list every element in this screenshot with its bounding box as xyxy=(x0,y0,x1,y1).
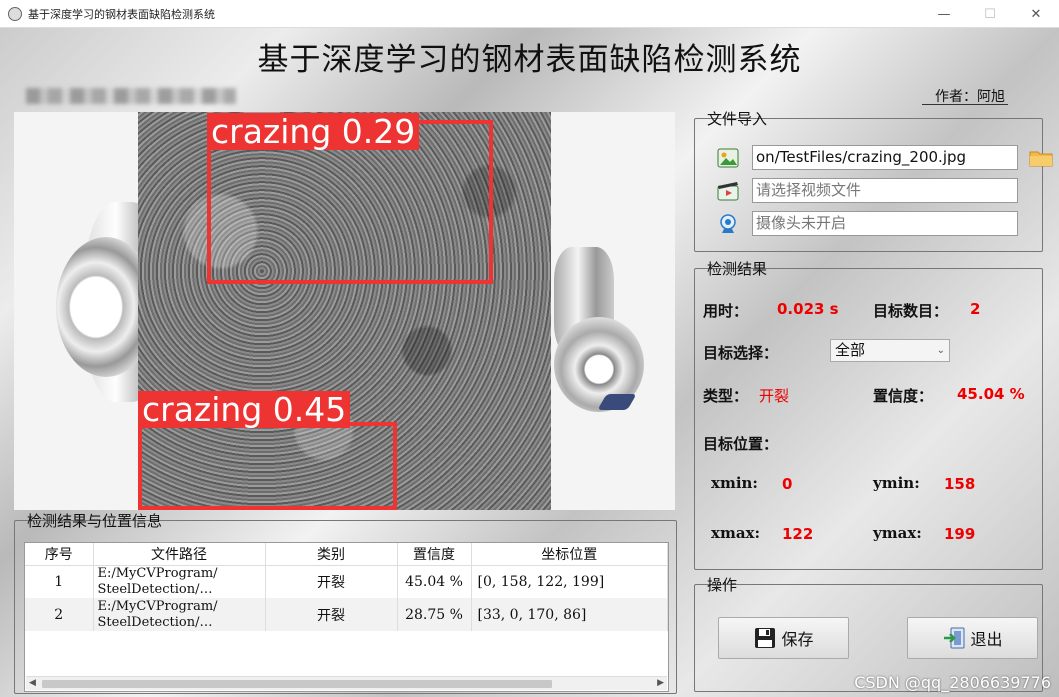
image-path-field[interactable]: on/TestFiles/crazing_200.jpg xyxy=(752,145,1018,170)
cell-path-line: E:/MyCVProgram/ xyxy=(97,598,218,614)
scroll-right-icon[interactable]: ▶ xyxy=(657,678,664,688)
cell-path: E:/MyCVProgram/ SteelDetection/… xyxy=(93,598,266,631)
exit-label: 退出 xyxy=(970,630,1003,649)
window-controls: — ☐ ✕ xyxy=(921,0,1059,28)
column-header[interactable]: 置信度 xyxy=(397,543,472,566)
cell-confidence: 28.75 % xyxy=(397,598,472,631)
folder-icon[interactable] xyxy=(1029,149,1053,167)
detection-box xyxy=(138,422,397,510)
xmax-label: xmax: xyxy=(711,524,761,542)
ymin-value: 158 xyxy=(944,475,976,493)
blurred-text xyxy=(26,88,236,104)
exit-button[interactable]: 退出 xyxy=(907,617,1038,659)
minimize-button[interactable]: — xyxy=(921,0,967,28)
cell-path: E:/MyCVProgram/ SteelDetection/… xyxy=(93,565,266,598)
target-select-label: 目标选择： xyxy=(703,344,779,362)
cell-confidence: 45.04 % xyxy=(397,565,472,598)
target-select-value: 全部 xyxy=(835,341,866,359)
app-icon xyxy=(8,6,22,21)
results-group: 检测结果与位置信息 序号 文件路径 类别 置信度 坐标位置 1 E:/MyCVP… xyxy=(14,512,677,694)
file-import-group: 文件导入 on/TestFiles/crazing_200.jpg 请选择视频文… xyxy=(694,110,1053,252)
image-display: crazing 0.29 crazing 0.45 xyxy=(14,112,675,510)
table-row[interactable]: 1 E:/MyCVProgram/ SteelDetection/… 开裂 45… xyxy=(25,565,668,598)
horizontal-scrollbar[interactable]: ◀ ▶ xyxy=(26,676,667,690)
file-import-title: 文件导入 xyxy=(707,110,768,128)
window-titlebar: 基于深度学习的钢材表面缺陷检测系统 — ☐ ✕ xyxy=(0,0,1059,28)
column-header[interactable]: 类别 xyxy=(265,543,398,566)
count-value: 2 xyxy=(970,300,981,318)
save-icon xyxy=(755,628,776,648)
window-title: 基于深度学习的钢材表面缺陷检测系统 xyxy=(28,7,215,21)
video-file-field[interactable]: 请选择视频文件 xyxy=(752,178,1018,203)
watermark-text: CSDN @qq_2806639776 xyxy=(854,673,1051,692)
column-header[interactable]: 文件路径 xyxy=(93,543,266,566)
exit-icon xyxy=(944,627,965,649)
cell-class: 开裂 xyxy=(265,598,398,631)
operations-title: 操作 xyxy=(707,576,738,594)
cell-coords: [0, 158, 122, 199] xyxy=(471,565,668,598)
time-label: 用时： xyxy=(703,302,749,320)
save-label: 保存 xyxy=(781,630,814,649)
save-button[interactable]: 保存 xyxy=(718,617,849,659)
cell-path-line: SteelDetection/… xyxy=(97,614,213,630)
camera-status-field[interactable]: 摄像头未开启 xyxy=(752,211,1018,236)
xmin-label: xmin: xyxy=(711,474,758,492)
detection-results-group: 检测结果 用时： 0.023 s 目标数目： 2 目标选择： 全部 ⌄ 类型： … xyxy=(694,260,1043,570)
time-value: 0.023 s xyxy=(777,300,839,318)
table-header-row: 序号 文件路径 类别 置信度 坐标位置 xyxy=(25,543,668,566)
results-group-title: 检测结果与位置信息 xyxy=(27,512,163,530)
cell-no: 1 xyxy=(25,565,94,598)
cell-coords: [33, 0, 170, 86] xyxy=(471,598,668,631)
xmax-value: 122 xyxy=(782,525,814,543)
detection-label: crazing 0.29 xyxy=(207,113,420,150)
xmin-value: 0 xyxy=(782,475,793,493)
count-label: 目标数目： xyxy=(873,302,949,320)
author-label: 作者：阿旭 xyxy=(935,89,1005,105)
ymax-value: 199 xyxy=(944,525,976,543)
target-select[interactable]: 全部 ⌄ xyxy=(830,339,950,362)
video-input-row: 请选择视频文件 xyxy=(717,178,1018,203)
page-title: 基于深度学习的钢材表面缺陷检测系统 xyxy=(257,42,802,78)
type-label: 类型： xyxy=(703,387,749,405)
author-underline xyxy=(922,104,1008,105)
close-button[interactable]: ✕ xyxy=(1013,0,1059,28)
table-row[interactable]: 2 E:/MyCVProgram/ SteelDetection/… 开裂 28… xyxy=(25,598,668,631)
image-input-row: on/TestFiles/crazing_200.jpg xyxy=(717,145,1018,170)
maximize-button[interactable]: ☐ xyxy=(967,0,1013,28)
ymin-label: ymin: xyxy=(873,474,920,492)
confidence-label: 置信度： xyxy=(873,387,934,405)
detection-results-title: 检测结果 xyxy=(707,260,768,278)
ymax-label: ymax: xyxy=(873,524,922,542)
cell-class: 开裂 xyxy=(265,565,398,598)
cell-no: 2 xyxy=(25,598,94,631)
chevron-down-icon: ⌄ xyxy=(936,345,945,356)
column-header[interactable]: 坐标位置 xyxy=(471,543,668,566)
cell-path-line: SteelDetection/… xyxy=(97,581,213,597)
results-table[interactable]: 序号 文件路径 类别 置信度 坐标位置 1 E:/MyCVProgram/ St… xyxy=(24,542,669,692)
camera-input-row: 摄像头未开启 xyxy=(717,211,1018,236)
image-file-icon[interactable] xyxy=(717,147,739,169)
column-header[interactable]: 序号 xyxy=(25,543,94,566)
cell-path-line: E:/MyCVProgram/ xyxy=(97,565,218,581)
position-label: 目标位置： xyxy=(703,435,779,453)
camera-icon[interactable] xyxy=(717,213,739,235)
confidence-value: 45.04 % xyxy=(957,385,1025,403)
scrollbar-thumb[interactable] xyxy=(42,680,552,688)
video-file-icon[interactable] xyxy=(717,180,739,202)
type-value: 开裂 xyxy=(759,387,790,405)
scroll-left-icon[interactable]: ◀ xyxy=(29,678,36,688)
detection-label: crazing 0.45 xyxy=(138,391,351,428)
